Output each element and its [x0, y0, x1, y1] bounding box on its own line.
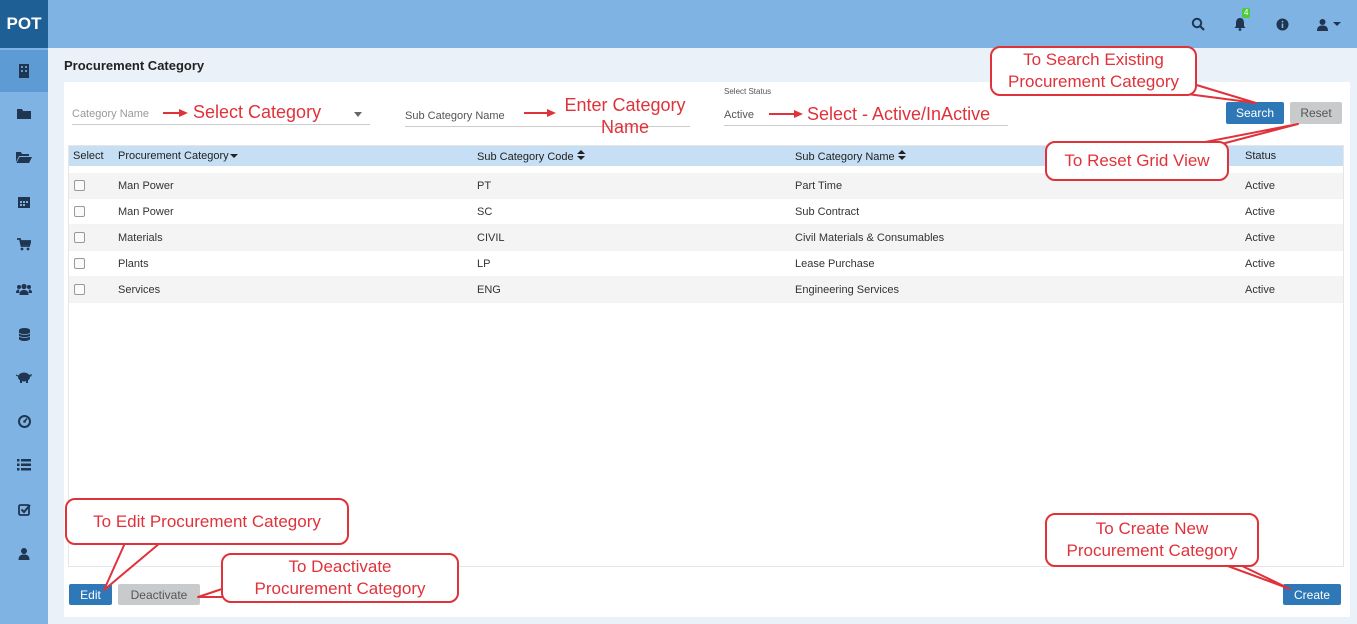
table-row[interactable]: Plants LP Lease Purchase Active	[69, 251, 1343, 277]
cell-status: Active	[1245, 206, 1275, 218]
status-value: Active	[724, 108, 754, 121]
callout-create: To Create New Procurement Category	[1045, 513, 1259, 567]
header-select: Select	[73, 150, 104, 162]
header-status: Status	[1245, 150, 1277, 162]
subcategory-placeholder: Sub Category Name	[405, 109, 505, 122]
deactivate-button[interactable]: Deactivate	[118, 584, 200, 605]
callout-search-line2: Procurement Category	[1007, 72, 1180, 91]
cell-category: Materials	[118, 232, 163, 244]
user-icon	[1316, 18, 1328, 31]
chevron-down-icon	[354, 112, 362, 117]
cell-status: Active	[1245, 258, 1275, 270]
calendar-icon[interactable]	[0, 180, 48, 222]
cell-code: PT	[477, 180, 492, 192]
annotation-enter-category-line1: Enter Category	[564, 95, 686, 115]
callout-create-line2: Procurement Category	[1066, 541, 1238, 560]
header-sub-category-name[interactable]: Sub Category Name	[795, 150, 906, 163]
cell-status: Active	[1245, 284, 1275, 296]
status-label: Select Status	[724, 87, 772, 96]
sort-desc-icon	[229, 154, 238, 158]
cell-status: Active	[1245, 232, 1275, 244]
header-procurement-category[interactable]: Procurement Category	[118, 150, 238, 162]
cell-category: Man Power	[118, 180, 174, 192]
callout-reset: To Reset Grid View	[1045, 141, 1229, 181]
callout-search: To Search Existing Procurement Category	[990, 46, 1197, 96]
piggy-bank-icon[interactable]	[0, 356, 48, 398]
callout-edit: To Edit Procurement Category	[65, 498, 349, 545]
top-icons: 4	[1177, 0, 1357, 48]
header-procurement-category-label: Procurement Category	[118, 150, 229, 162]
category-placeholder: Category Name	[72, 107, 150, 120]
cell-name: Engineering Services	[795, 284, 899, 296]
callout-deactivate-line1: To Deactivate	[288, 557, 392, 576]
row-checkbox[interactable]	[74, 180, 85, 191]
callout-deactivate-line2: Procurement Category	[254, 579, 426, 598]
table-row[interactable]: Materials CIVIL Civil Materials & Consum…	[69, 225, 1343, 251]
row-checkbox[interactable]	[74, 206, 85, 217]
cell-category: Plants	[118, 258, 149, 270]
users-icon[interactable]	[0, 268, 48, 310]
header-sub-category-code-label: Sub Category Code	[477, 151, 574, 163]
user-icon[interactable]	[0, 532, 48, 574]
cart-icon[interactable]	[0, 223, 48, 265]
chevron-down-icon	[1332, 22, 1341, 26]
search-icon[interactable]	[1177, 0, 1219, 48]
annotation-enter-category: Enter Category Name	[558, 94, 692, 138]
row-checkbox[interactable]	[74, 232, 85, 243]
annotation-enter-category-line2: Name	[600, 117, 649, 137]
cell-name: Sub Contract	[795, 206, 860, 218]
cell-code: SC	[477, 206, 493, 218]
callout-search-line1: To Search Existing	[1023, 50, 1164, 69]
annotation-select-category: Select Category	[193, 102, 322, 122]
annotation-select-status: Select - Active/InActive	[807, 104, 991, 124]
header-sub-category-code[interactable]: Sub Category Code	[477, 150, 585, 163]
sidebar	[0, 48, 48, 624]
table-row[interactable]: Services ENG Engineering Services Active	[69, 277, 1343, 303]
cell-name: Part Time	[795, 180, 843, 192]
table-row[interactable]: Man Power SC Sub Contract Active	[69, 199, 1343, 225]
reset-button[interactable]: Reset	[1290, 102, 1342, 124]
checkbox-icon[interactable]	[0, 488, 48, 530]
top-bar: POT 4	[0, 0, 1357, 48]
row-checkbox[interactable]	[74, 258, 85, 269]
page-title: Procurement Category	[64, 58, 205, 73]
notification-badge: 4	[1242, 8, 1251, 18]
cell-category: Man Power	[118, 206, 174, 218]
edit-button[interactable]: Edit	[69, 584, 112, 605]
list-icon[interactable]	[0, 444, 48, 486]
dashboard-icon[interactable]	[0, 400, 48, 442]
database-icon[interactable]	[0, 313, 48, 355]
row-checkbox[interactable]	[74, 284, 85, 295]
cell-code: CIVIL	[477, 232, 505, 244]
header-sub-category-name-label: Sub Category Name	[795, 151, 895, 163]
sort-icon	[897, 150, 906, 160]
create-button[interactable]: Create	[1283, 584, 1341, 605]
app-logo[interactable]: POT	[0, 0, 48, 48]
cell-status: Active	[1245, 180, 1275, 192]
callout-create-line1: To Create New	[1095, 519, 1209, 538]
folder-icon[interactable]	[0, 93, 48, 135]
callout-deactivate: To Deactivate Procurement Category	[221, 553, 459, 603]
info-icon[interactable]	[1261, 0, 1303, 48]
cell-category: Services	[118, 284, 161, 296]
user-menu[interactable]	[1303, 0, 1353, 48]
search-button[interactable]: Search	[1226, 102, 1284, 124]
sort-icon	[576, 150, 585, 160]
bell-icon[interactable]: 4	[1219, 0, 1261, 48]
cell-code: LP	[477, 258, 491, 270]
cell-code: ENG	[477, 284, 501, 296]
building-icon[interactable]	[0, 50, 48, 92]
cell-name: Civil Materials & Consumables	[795, 232, 945, 244]
folder-open-icon[interactable]	[0, 136, 48, 178]
cell-name: Lease Purchase	[795, 258, 875, 270]
